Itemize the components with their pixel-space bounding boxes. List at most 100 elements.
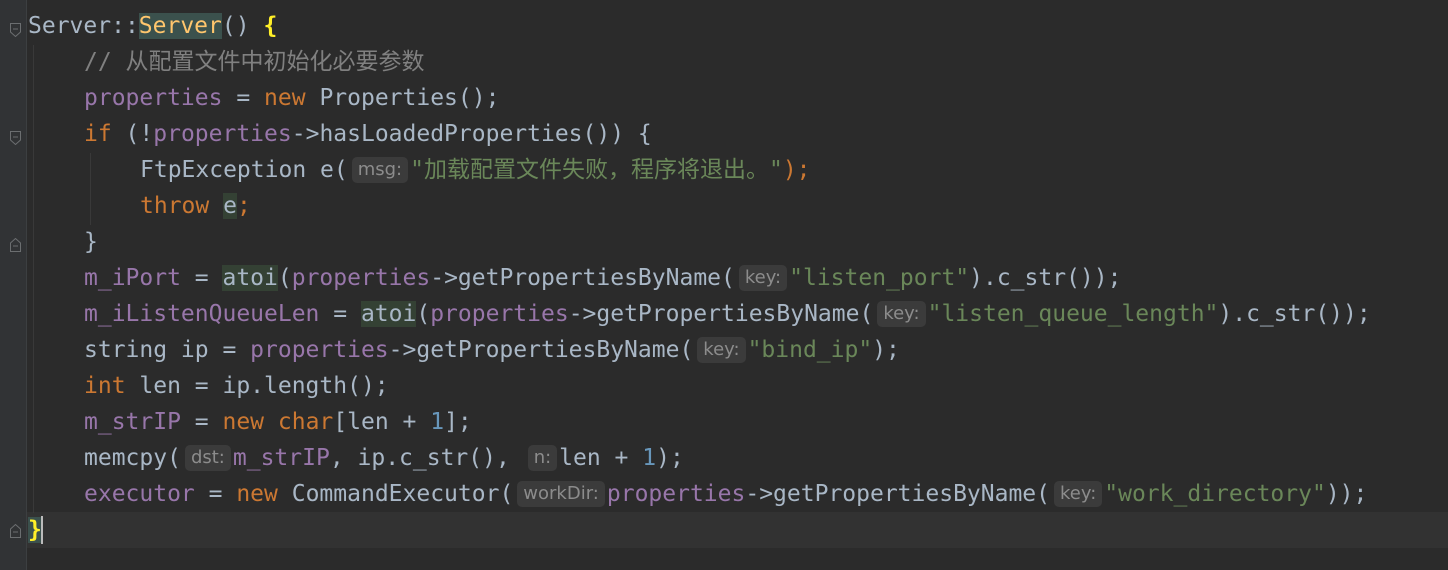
- field-properties: properties: [430, 301, 569, 327]
- paren: (: [277, 265, 292, 291]
- string-literal: "listen_queue_length": [927, 301, 1219, 327]
- string-literal: "加载配置文件失败，程序将退出。": [410, 157, 783, 183]
- code-line-6[interactable]: throw e;: [140, 188, 251, 224]
- code-line-7[interactable]: }: [84, 224, 98, 260]
- code-text: (!: [111, 121, 154, 147]
- param-hint: msg:: [351, 157, 409, 183]
- comment: // 从配置文件中初始化必要参数: [84, 49, 425, 75]
- paren: (: [416, 301, 431, 327]
- code-line-8[interactable]: m_iPort = atoi(properties->getProperties…: [84, 260, 1121, 296]
- code-end: ));: [1325, 481, 1368, 507]
- code-line-13[interactable]: memcpy(dst: m_strIP, ip.c_str(), n: len + …: [84, 440, 684, 476]
- string-literal: "work_directory": [1104, 481, 1326, 507]
- code-text: string ip =: [84, 337, 251, 363]
- method-call: hasLoadedProperties()) {: [319, 121, 652, 147]
- field-m-ilistenqueuelen: m_iListenQueueLen: [84, 301, 320, 327]
- scope-operator: ::: [111, 13, 139, 39]
- code-end: ];: [444, 409, 472, 435]
- variable-e: e: [223, 193, 237, 219]
- method-call: ->getPropertiesByName(: [430, 265, 735, 291]
- keyword-new: new: [264, 85, 306, 111]
- constructor-name: Server: [138, 13, 222, 39]
- code-line-1[interactable]: Server::Server() {: [28, 8, 277, 44]
- method-call: ->getPropertiesByName(: [568, 301, 874, 327]
- param-hint: dst:: [184, 445, 231, 471]
- field-properties: properties: [250, 337, 389, 363]
- code-text: len +: [559, 445, 643, 471]
- code-line-12[interactable]: m_strIP = new char[len + 1];: [84, 404, 472, 440]
- code-rest: ();: [457, 85, 500, 111]
- close-brace: }: [28, 517, 42, 543]
- code-line-4[interactable]: if (!properties->hasLoadedProperties()) …: [84, 116, 652, 152]
- field-properties: properties: [291, 265, 431, 291]
- code-text: , ip.c_str(),: [329, 445, 524, 471]
- field-m-strip: m_strIP: [84, 409, 181, 435]
- param-hint: workDir:: [517, 481, 605, 507]
- param-hint: key:: [1054, 481, 1103, 507]
- string-literal: "bind_ip": [747, 337, 873, 363]
- code-line-2[interactable]: // 从配置文件中初始化必要参数: [84, 44, 425, 80]
- number-literal: 1: [430, 409, 445, 435]
- param-hint: key:: [877, 301, 926, 327]
- code-line-5[interactable]: FtpException e(msg: "加载配置文件失败，程序将退出。");: [140, 152, 811, 188]
- method-call: ->getPropertiesByName(: [745, 481, 1050, 507]
- code-end: );: [656, 445, 684, 471]
- code-end: ).c_str());: [1218, 301, 1371, 327]
- number-literal: 1: [642, 445, 657, 471]
- field-executor: executor: [84, 481, 195, 507]
- code-line-3[interactable]: properties = new Properties();: [84, 80, 499, 116]
- keyword-throw: throw: [140, 193, 210, 219]
- code-line-11[interactable]: int len = ip.length();: [84, 368, 389, 404]
- field-properties: properties: [84, 85, 223, 111]
- indent-guide: [33, 45, 34, 513]
- code-line-15[interactable]: }: [28, 512, 42, 548]
- keyword-if: if: [84, 121, 112, 147]
- open-brace: {: [263, 13, 278, 39]
- fold-collapse-icon[interactable]: [10, 23, 21, 37]
- type-name: Properties: [319, 85, 458, 111]
- code-line-10[interactable]: string ip = properties->getPropertiesByN…: [84, 332, 900, 368]
- arrow-operator: ->: [291, 121, 320, 147]
- field-properties: properties: [153, 121, 292, 147]
- keyword-char: char: [277, 409, 334, 435]
- code-editor[interactable]: Server::Server() { // 从配置文件中初始化必要参数 prop…: [0, 0, 1448, 570]
- operator: =: [180, 409, 223, 435]
- fold-collapse-icon[interactable]: [10, 131, 21, 145]
- function-atoi: atoi: [360, 301, 417, 327]
- code-end: ).c_str());: [969, 265, 1122, 291]
- operator: =: [319, 301, 361, 327]
- param-hint: key:: [738, 265, 788, 291]
- code-end: );: [872, 337, 900, 363]
- fold-end-icon[interactable]: [10, 524, 21, 538]
- text-cursor: [41, 516, 43, 544]
- current-line-highlight: [27, 512, 1448, 548]
- class-name: Server: [28, 13, 112, 39]
- gutter-divider: [26, 0, 27, 570]
- editor-gutter: [0, 0, 26, 570]
- operator: =: [194, 481, 237, 507]
- param-hint: n:: [527, 445, 558, 471]
- field-properties: properties: [606, 481, 746, 507]
- close-brace: }: [84, 229, 98, 255]
- keyword-new: new: [222, 409, 265, 435]
- field-m-iport: m_iPort: [84, 265, 181, 291]
- fold-end-icon[interactable]: [10, 238, 21, 252]
- method-call: ->getPropertiesByName(: [388, 337, 694, 363]
- code-line-14[interactable]: executor = new CommandExecutor(workDir: p…: [84, 476, 1367, 512]
- code-text: len = ip.length();: [125, 373, 389, 399]
- indent-guide: [90, 153, 91, 225]
- code-text: [len +: [333, 409, 431, 435]
- field-m-strip: m_strIP: [232, 445, 330, 471]
- param-hint: key:: [697, 337, 746, 363]
- code-line-9[interactable]: m_iListenQueueLen = atoi(properties->get…: [84, 296, 1371, 332]
- function-atoi: atoi: [222, 265, 278, 291]
- type-name: CommandExecutor(: [291, 481, 514, 507]
- parens: (): [221, 13, 264, 39]
- string-literal: "listen_port": [789, 265, 970, 291]
- operator: =: [180, 265, 223, 291]
- code-text: FtpException e(: [140, 157, 348, 183]
